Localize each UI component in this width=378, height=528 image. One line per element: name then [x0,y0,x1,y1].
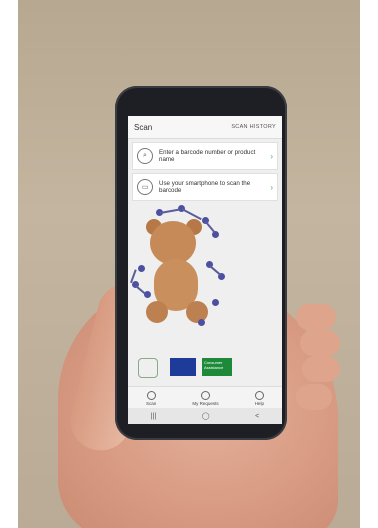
margin-right [360,0,378,528]
scan-barcode-card[interactable]: ▭ Use your smartphone to scan the barcod… [132,173,278,201]
molecule-atom [138,265,145,272]
nav-my-requests[interactable]: My Requests [192,390,219,406]
requests-icon [200,390,210,400]
finger [302,356,340,382]
search-barcode-icon: ⌕ [137,148,153,164]
back-button[interactable]: < [255,413,259,420]
app-header: Scan SCAN HISTORY [128,116,282,139]
finger [300,330,340,356]
green-logo: Consumer Assistance [202,358,232,376]
scan-barcode-label: Use your smartphone to scan the barcode [159,179,251,195]
bear-leg [186,301,208,323]
page-title: Scan [134,122,153,132]
molecule-atom [198,319,205,326]
hexagon-logo-icon [138,358,158,378]
chevron-right-icon: › [270,151,273,161]
molecule-bond [209,265,222,276]
molecule-bond [181,208,202,220]
nav-scan[interactable]: Scan [146,390,157,406]
bear-leg [146,301,168,323]
partner-logos: Consumer Assistance [128,356,282,380]
nav-help[interactable]: Help [254,390,264,406]
eu-flag-icon [170,358,196,376]
recent-apps-button[interactable]: ||| [151,413,156,420]
margin-left [0,0,18,528]
chevron-right-icon: › [270,182,273,192]
finger [296,304,336,330]
finger [296,384,332,410]
molecule-bond [135,285,146,295]
scan-history-button[interactable]: SCAN HISTORY [231,124,276,130]
nav-help-label: Help [254,400,264,406]
teddy-bear-illustration [128,201,282,361]
molecule-bond [159,208,180,214]
phone-screen: Scan SCAN HISTORY ⌕ Enter a barcode numb… [128,116,282,424]
enter-barcode-card[interactable]: ⌕ Enter a barcode number or product name… [132,142,278,170]
molecule-bond [205,221,216,233]
molecule-atom [212,299,219,306]
system-navigation-bar: ||| ◯ < [128,408,282,424]
help-icon [254,390,264,400]
bottom-navigation: Scan My Requests Help [128,386,282,409]
scan-icon [146,390,156,400]
nav-my-requests-label: My Requests [192,400,219,406]
camera-scan-icon: ▭ [137,179,153,195]
nav-scan-label: Scan [146,400,157,406]
enter-barcode-label: Enter a barcode number or product name [159,148,256,164]
home-button[interactable]: ◯ [202,412,210,420]
